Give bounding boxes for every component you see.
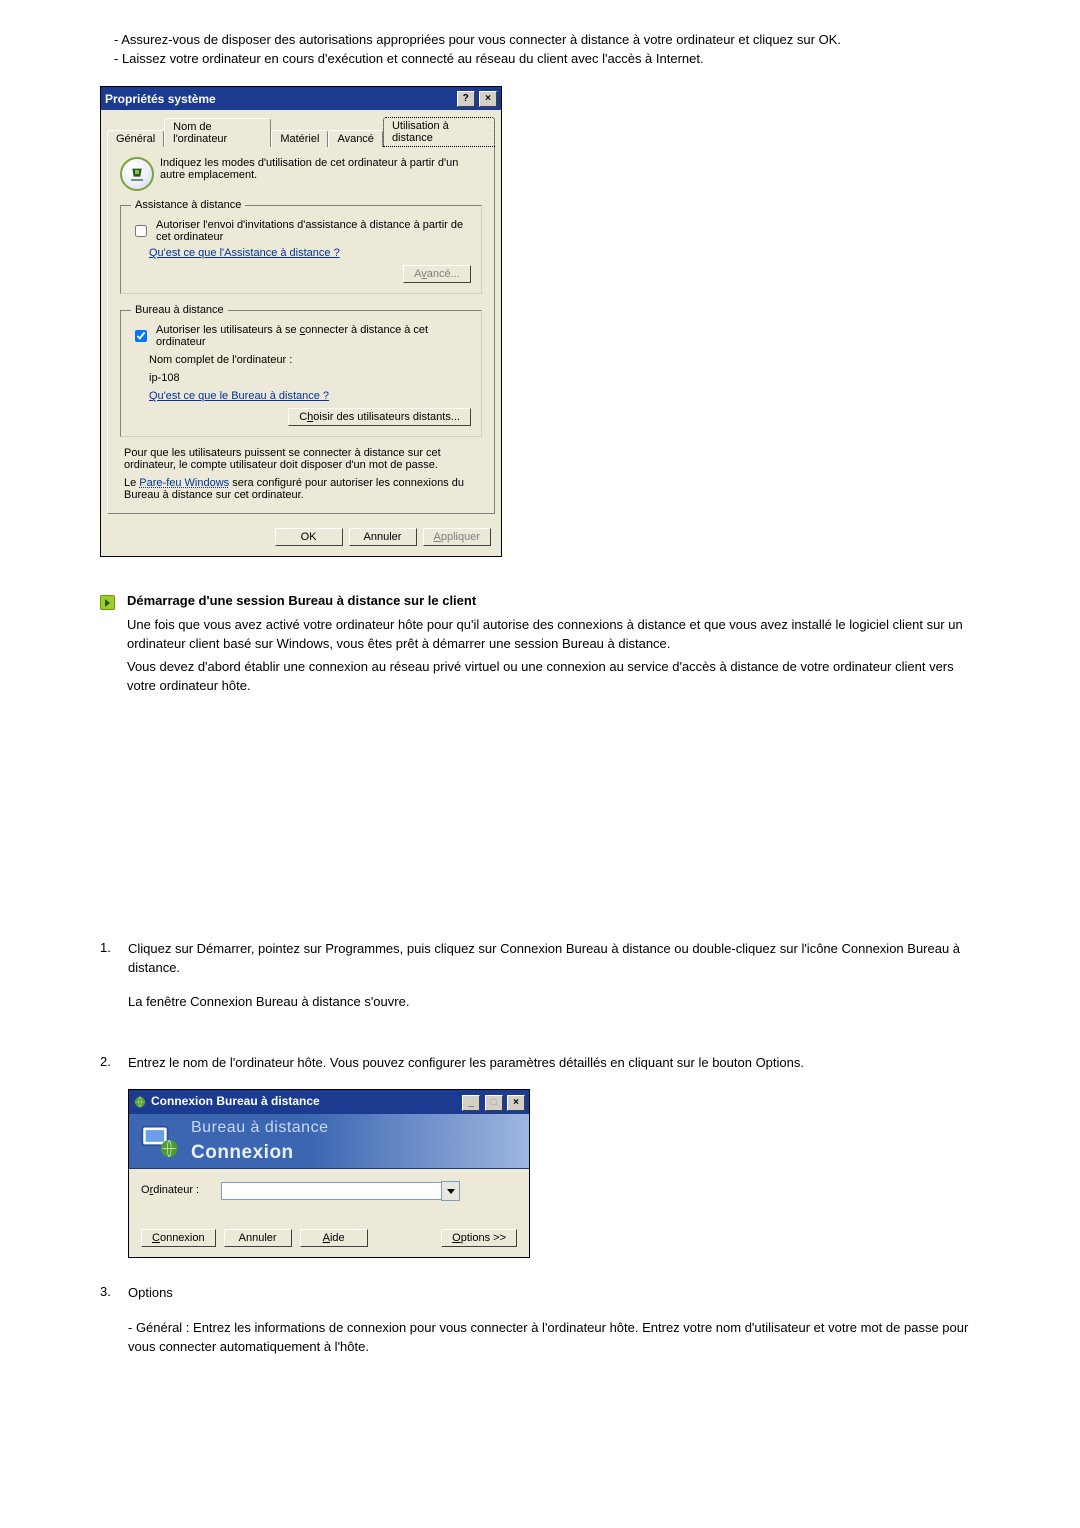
titlebar: Propriétés système ? × xyxy=(101,87,501,110)
step-2-text: Entrez le nom de l'ordinateur hôte. Vous… xyxy=(128,1054,980,1073)
section-paragraph-1: Une fois que vous avez activé votre ordi… xyxy=(127,616,980,654)
close-icon[interactable]: × xyxy=(479,91,497,107)
remote-connect-checkbox-label: Autoriser les utilisateurs à se connecte… xyxy=(156,324,471,348)
remote-connect-checkbox[interactable] xyxy=(135,330,147,342)
rdp-banner-icon xyxy=(139,1120,181,1162)
banner-line-1: Bureau à distance xyxy=(191,1116,328,1139)
cancel-button[interactable]: Annuler xyxy=(224,1229,292,1247)
help-button[interactable]: Aide xyxy=(300,1229,368,1247)
firewall-notice: Le Pare-feu Windows sera configuré pour … xyxy=(124,477,478,501)
step-number: 3. xyxy=(100,1284,118,1299)
select-remote-users-button[interactable]: Choisir des utilisateurs distants... xyxy=(288,408,471,426)
computer-fullname-value: ip-108 xyxy=(149,372,471,384)
intro-bullets: Assurez-vous de disposer des autorisatio… xyxy=(100,31,980,68)
step-1: 1. Cliquez sur Démarrer, pointez sur Pro… xyxy=(100,940,980,1029)
remote-help-link[interactable]: Qu'est ce que le Bureau à distance ? xyxy=(149,390,329,402)
step-1-text-a: Cliquez sur Démarrer, pointez sur Progra… xyxy=(128,940,980,978)
connect-button[interactable]: Connexion xyxy=(141,1229,216,1247)
steps-list: 1. Cliquez sur Démarrer, pointez sur Pro… xyxy=(100,940,980,1373)
minimize-icon[interactable]: _ xyxy=(462,1095,480,1111)
computer-fullname-label: Nom complet de l'ordinateur : xyxy=(149,354,471,366)
tab-general[interactable]: Général xyxy=(107,130,164,147)
tabs: Général Nom de l'ordinateur Matériel Ava… xyxy=(107,116,495,146)
banner-line-2: Connexion xyxy=(191,1139,328,1167)
dialog2-button-row: Connexion Annuler Aide Options >> xyxy=(141,1229,517,1247)
remote-connect-checkbox-row[interactable]: Autoriser les utilisateurs à se connecte… xyxy=(131,324,471,348)
step-3-title: Options xyxy=(128,1284,980,1303)
section-title: Démarrage d'une session Bureau à distanc… xyxy=(127,593,980,608)
intro-bullet-2: Laissez votre ordinateur en cours d'exéc… xyxy=(100,50,980,68)
remote-assistance-group: Assistance à distance Autoriser l'envoi … xyxy=(120,199,482,294)
apply-button[interactable]: Appliquer xyxy=(423,528,491,546)
remote-desktop-group: Bureau à distance Autoriser les utilisat… xyxy=(120,304,482,437)
tab-panel: Indiquez les modes d'utilisation de cet … xyxy=(107,146,495,514)
assist-checkbox-label: Autoriser l'envoi d'invitations d'assist… xyxy=(156,219,471,243)
cancel-button[interactable]: Annuler xyxy=(349,528,417,546)
ok-button[interactable]: OK xyxy=(275,528,343,546)
titlebar: Connexion Bureau à distance _ □ × xyxy=(129,1090,529,1114)
assist-advanced-button[interactable]: Avancé... xyxy=(403,265,471,283)
spacer xyxy=(100,700,980,930)
section-paragraph-2: Vous devez d'abord établir une connexion… xyxy=(127,658,980,696)
computer-input[interactable] xyxy=(221,1182,441,1200)
tab-computer-name[interactable]: Nom de l'ordinateur xyxy=(164,118,271,147)
dialog2-title: Connexion Bureau à distance xyxy=(151,1093,320,1110)
remote-usage-icon xyxy=(120,157,154,191)
remote-desktop-connection-dialog: Connexion Bureau à distance _ □ × xyxy=(128,1089,530,1258)
close-icon[interactable]: × xyxy=(507,1095,525,1111)
tab-remote[interactable]: Utilisation à distance xyxy=(383,117,495,147)
rdp-icon xyxy=(133,1095,147,1109)
assist-checkbox[interactable] xyxy=(135,225,147,237)
remote-assistance-legend: Assistance à distance xyxy=(131,199,245,211)
banner: Bureau à distance Connexion xyxy=(129,1114,529,1169)
tab-hardware[interactable]: Matériel xyxy=(271,130,328,147)
chevron-down-icon[interactable] xyxy=(441,1181,460,1201)
step-number: 1. xyxy=(100,940,118,955)
dialog-button-row: OK Annuler Appliquer xyxy=(101,520,501,556)
arrow-icon xyxy=(100,595,115,610)
step-number: 2. xyxy=(100,1054,118,1069)
password-notice: Pour que les utilisateurs puissent se co… xyxy=(124,447,478,471)
assist-checkbox-row[interactable]: Autoriser l'envoi d'invitations d'assist… xyxy=(131,219,471,243)
system-properties-dialog: Propriétés système ? × Général Nom de l'… xyxy=(100,86,502,557)
section-start-remote: Démarrage d'une session Bureau à distanc… xyxy=(100,593,980,699)
step-2: 2. Entrez le nom de l'ordinateur hôte. V… xyxy=(100,1054,980,1258)
step-3-text: - Général : Entrez les informations de c… xyxy=(128,1319,980,1357)
computer-label: Ordinateur : xyxy=(141,1183,211,1199)
dialog-title: Propriétés système xyxy=(105,92,216,106)
remote-desktop-legend: Bureau à distance xyxy=(131,304,228,316)
firewall-link[interactable]: Pare-feu Windows xyxy=(139,477,229,489)
options-button[interactable]: Options >> xyxy=(441,1229,517,1247)
intro-bullet-1: Assurez-vous de disposer des autorisatio… xyxy=(100,31,980,49)
computer-combobox[interactable] xyxy=(221,1181,460,1201)
step-1-text-b: La fenêtre Connexion Bureau à distance s… xyxy=(128,993,980,1012)
intro-text: Indiquez les modes d'utilisation de cet … xyxy=(160,157,482,181)
step-3: 3. Options - Général : Entrez les inform… xyxy=(100,1284,980,1373)
assist-help-link[interactable]: Qu'est ce que l'Assistance à distance ? xyxy=(149,247,340,259)
help-icon[interactable]: ? xyxy=(457,91,475,107)
tab-advanced[interactable]: Avancé xyxy=(328,130,383,147)
maximize-icon[interactable]: □ xyxy=(485,1095,503,1111)
banner-text: Bureau à distance Connexion xyxy=(191,1116,328,1167)
